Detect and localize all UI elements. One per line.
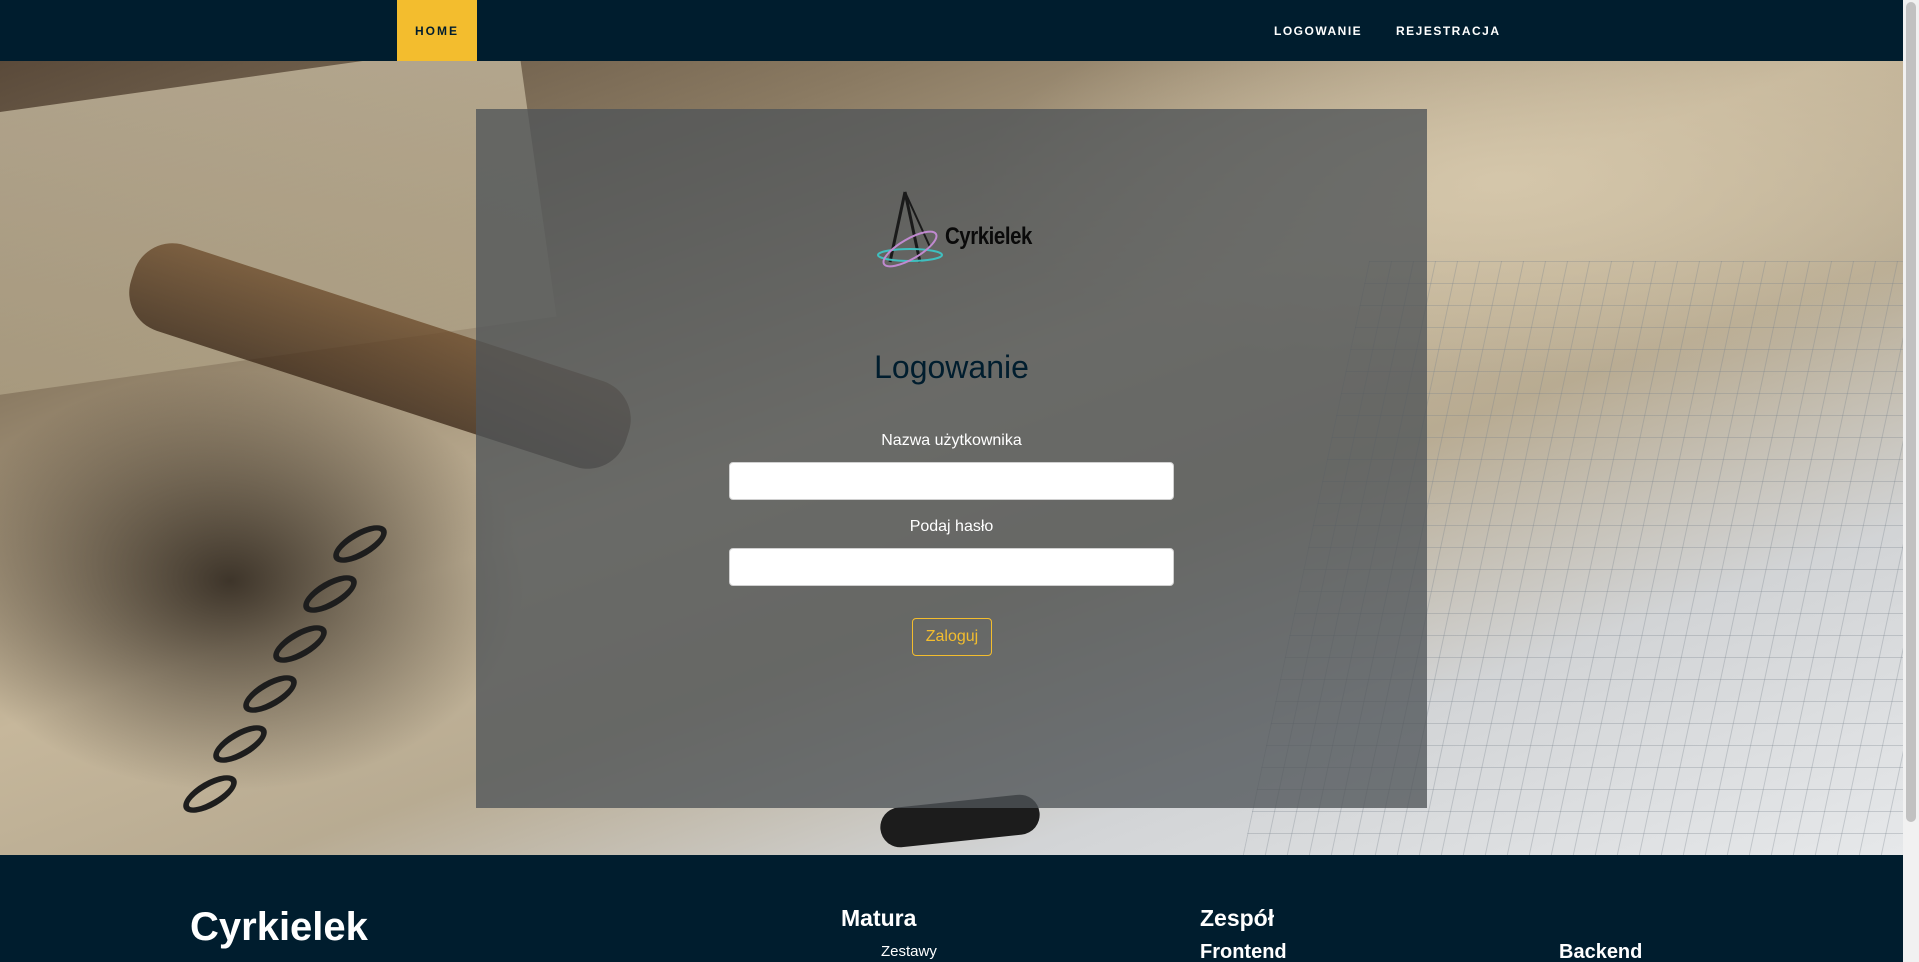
notebook-spiral-decoration (177, 767, 243, 821)
footer-link-zestawy[interactable]: Zestawy (881, 943, 937, 960)
nav-home-link[interactable]: HOME (397, 0, 477, 61)
password-label: Podaj hasło (909, 518, 994, 535)
compass-logo-icon (877, 191, 943, 268)
notebook-spiral-decoration (237, 667, 303, 721)
footer-subheading-backend: Backend (1559, 941, 1643, 962)
top-navbar: HOME LOGOWANIE REJESTRACJA (0, 0, 1903, 61)
footer-brand: Cyrkielek (190, 905, 368, 949)
username-input[interactable] (729, 462, 1174, 500)
nav-register-link[interactable]: REJESTRACJA (1396, 0, 1501, 61)
login-button[interactable]: Zaloguj (912, 618, 992, 656)
nav-login-link[interactable]: LOGOWANIE (1274, 0, 1362, 61)
login-panel: Cyrkielek Logowanie Nazwa użytkownika Po… (476, 109, 1427, 808)
notebook-spiral-decoration (297, 567, 363, 621)
scrollbar-thumb[interactable] (1906, 2, 1916, 822)
footer-heading-team: Zespół (1200, 905, 1275, 931)
notebook-spiral-decoration (207, 717, 273, 771)
logo-text: Cyrkielek (945, 223, 1032, 250)
page-scrollbar[interactable] (1903, 0, 1919, 962)
footer-heading-matura: Matura (841, 905, 917, 931)
site-logo: Cyrkielek (875, 187, 1035, 287)
footer: Cyrkielek Matura Zestawy Zespół Frontend… (0, 855, 1903, 962)
notebook-spiral-decoration (267, 617, 333, 671)
footer-subheading-frontend: Frontend (1200, 941, 1287, 962)
login-title: Logowanie (874, 349, 1029, 385)
notebook-spiral-decoration (327, 517, 393, 571)
password-input[interactable] (729, 548, 1174, 586)
username-label: Nazwa użytkownika (881, 432, 1022, 449)
